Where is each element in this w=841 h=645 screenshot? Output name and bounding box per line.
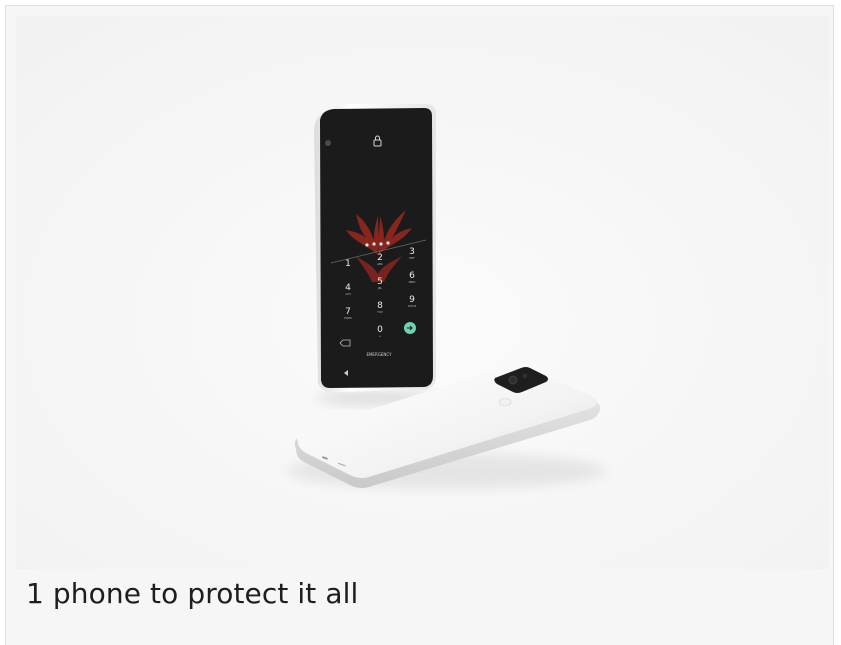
keypad-key-letters: MNO — [409, 280, 417, 284]
phones-illustration: 12ABC3DEF4GHI5JKL6MNO7PQRS8TUV9WXYZ0+ EM… — [16, 16, 829, 569]
keypad-key-letters: JKL — [377, 286, 383, 290]
product-card: 1 2 ABC 3 DEF 4 GHI 5 JKL 6 MNO 7 PQRS 8 TUV 9 WXYZ 0 + EM… — [5, 5, 834, 645]
keypad-key-letters: DEF — [409, 256, 415, 260]
keypad-key-letters: ABC — [377, 262, 383, 266]
keypad-key-letters: GHI — [345, 292, 350, 296]
emergency-label[interactable]: EMERGENCY — [366, 352, 392, 357]
keypad-key-letters: WXYZ — [408, 304, 416, 308]
keypad-key-letters: TUV — [376, 310, 383, 314]
camera-lens-2 — [522, 373, 528, 379]
standing-phone: 12ABC3DEF4GHI5JKL6MNO7PQRS8TUV9WXYZ0+ EM… — [314, 104, 436, 392]
caption-text: 1 phone to protect it all — [26, 577, 359, 610]
fingerprint-sensor — [498, 398, 512, 406]
front-camera — [325, 140, 331, 146]
keypad-key-1[interactable]: 1 — [345, 259, 351, 269]
keypad-key-letters: PQRS — [344, 316, 352, 320]
product-hero-image: 1 2 ABC 3 DEF 4 GHI 5 JKL 6 MNO 7 PQRS 8 TUV 9 WXYZ 0 + EM… — [16, 16, 829, 569]
camera-lens — [508, 375, 518, 385]
